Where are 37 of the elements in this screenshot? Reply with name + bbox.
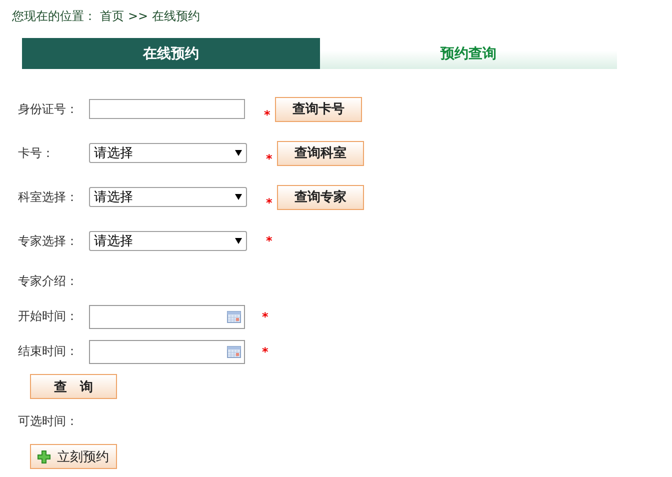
caret-icon (235, 194, 242, 200)
required-mark: * (264, 108, 272, 122)
dropdown[interactable]: 请选择 (89, 143, 247, 163)
field-label: 卡号： (18, 144, 55, 162)
date-field[interactable] (89, 340, 245, 364)
required-mark: * (262, 344, 270, 358)
breadcrumb-link[interactable]: 首页 (100, 8, 124, 24)
plus-icon (37, 450, 51, 464)
id-number-field[interactable] (89, 99, 245, 119)
field-label: 专家选择： (18, 232, 79, 250)
date-field[interactable] (89, 304, 245, 328)
book-button[interactable]: 立刻预约 (30, 444, 117, 469)
field-label: 可选时间： (18, 413, 79, 430)
caret-icon (235, 150, 242, 156)
breadcrumb-current: 在线预约 (152, 8, 200, 24)
query-button[interactable]: 查询科室 (277, 140, 364, 166)
caret-icon (235, 238, 242, 244)
field-label: 结束时间： (18, 343, 79, 360)
field-label: 专家介绍： (18, 272, 79, 290)
dropdown[interactable]: 请选择 (89, 231, 247, 251)
required-mark: * (262, 310, 270, 324)
breadcrumb-label: 您现在的位置： (12, 8, 96, 24)
query-button[interactable]: 查 询 (30, 374, 117, 399)
required-mark: * (266, 234, 274, 248)
required-mark: * (266, 152, 274, 166)
dropdown[interactable]: 请选择 (89, 187, 247, 207)
tab[interactable]: 预约查询 (320, 38, 617, 69)
field-label: 科室选择： (18, 188, 79, 206)
field-label: 身份证号： (18, 100, 79, 118)
query-button[interactable]: 查询专家 (277, 184, 364, 210)
required-mark: * (266, 196, 274, 210)
calendar-icon[interactable] (227, 346, 241, 358)
field-label: 开始时间： (18, 308, 79, 325)
query-button[interactable]: 查询卡号 (275, 96, 362, 122)
tab[interactable]: 在线预约 (22, 38, 320, 69)
calendar-icon[interactable] (227, 310, 241, 322)
breadcrumb-separator: >> (128, 9, 148, 23)
